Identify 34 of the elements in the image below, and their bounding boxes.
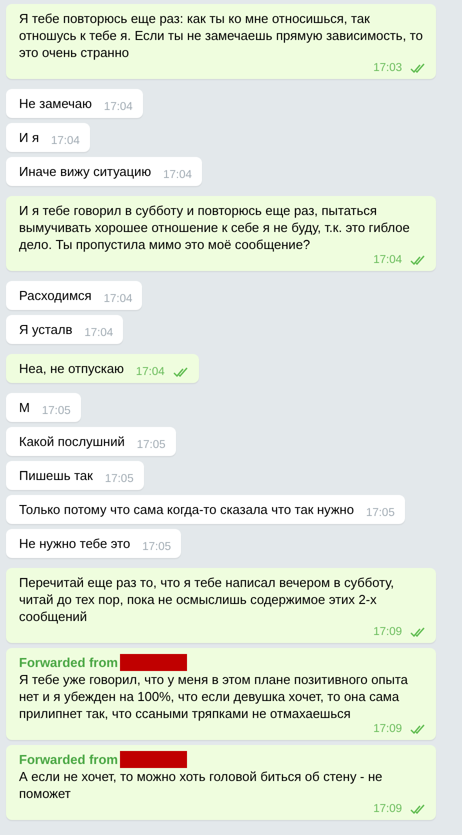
message-text: М [19,399,30,416]
message-text: И я тебе говорил в субботу и повторюсь еще раз, пытаться вымучивать хорошее отношение к себе я не буду, т.к. это гиблое дело. Ты пропустила мимо это моё сообщение? [19,202,411,253]
message-text: Я тебе повторюсь еще раз: как ты ко мне относишься, так отношусь к тебе я. Если ты не замечаешь прямую зависимость, то это очень странно [19,10,424,61]
message-time: 17:05 [136,438,166,452]
message-time: 17:09 [373,625,402,639]
message-time: 17:09 [373,802,402,816]
forwarded-label: Forwarded from [19,751,118,768]
message-text: Неа, не отпускаю [19,360,124,377]
message-text: Не замечаю [19,95,92,112]
message-text: Иначе вижу ситуацию [19,163,152,180]
message-text: И я [19,129,39,146]
message-text: Какой послушний [19,433,125,450]
message-time: 17:03 [373,61,402,75]
message-text: Перечитай еще раз то, что я тебе написал вечером в субботу, читай до тех пор, пока не осмыслишь содержимое этих 2-х сообщений [19,574,396,625]
message-text: А если не хочет, то можно хоть головой биться об стену - не поможет [19,768,384,802]
message-text: Я усталв [19,321,72,338]
message-time: 17:04 [136,365,165,379]
message-text: Я тебе уже говорил, что у меня в этом плане позитивного опыта нет и я убежден на 100%, что если девушка хочет, то она сама прилипнет так, что ссаными тряпками не отмахаешься [19,671,409,722]
message-text: Только потому что сама когда-то сказала что так нужно [19,501,354,518]
message-time: 17:09 [373,722,402,736]
message-time: 17:05 [104,472,134,486]
forwarded-label: Forwarded from [19,654,118,671]
message-time: 17:04 [104,292,132,306]
message-time: 17:05 [42,404,71,418]
message-time: 17:04 [163,168,192,182]
message-time: 17:04 [373,253,402,267]
message-text: Не нужно тебе это [19,535,130,552]
message-time: 17:04 [104,100,133,114]
message-time: 17:04 [84,326,114,340]
message-time: 17:04 [51,134,80,148]
message-text: Пишешь так [19,467,93,484]
message-time: 17:05 [142,540,171,554]
message-text: Расходимся [19,287,92,304]
message-time: 17:05 [366,506,395,520]
